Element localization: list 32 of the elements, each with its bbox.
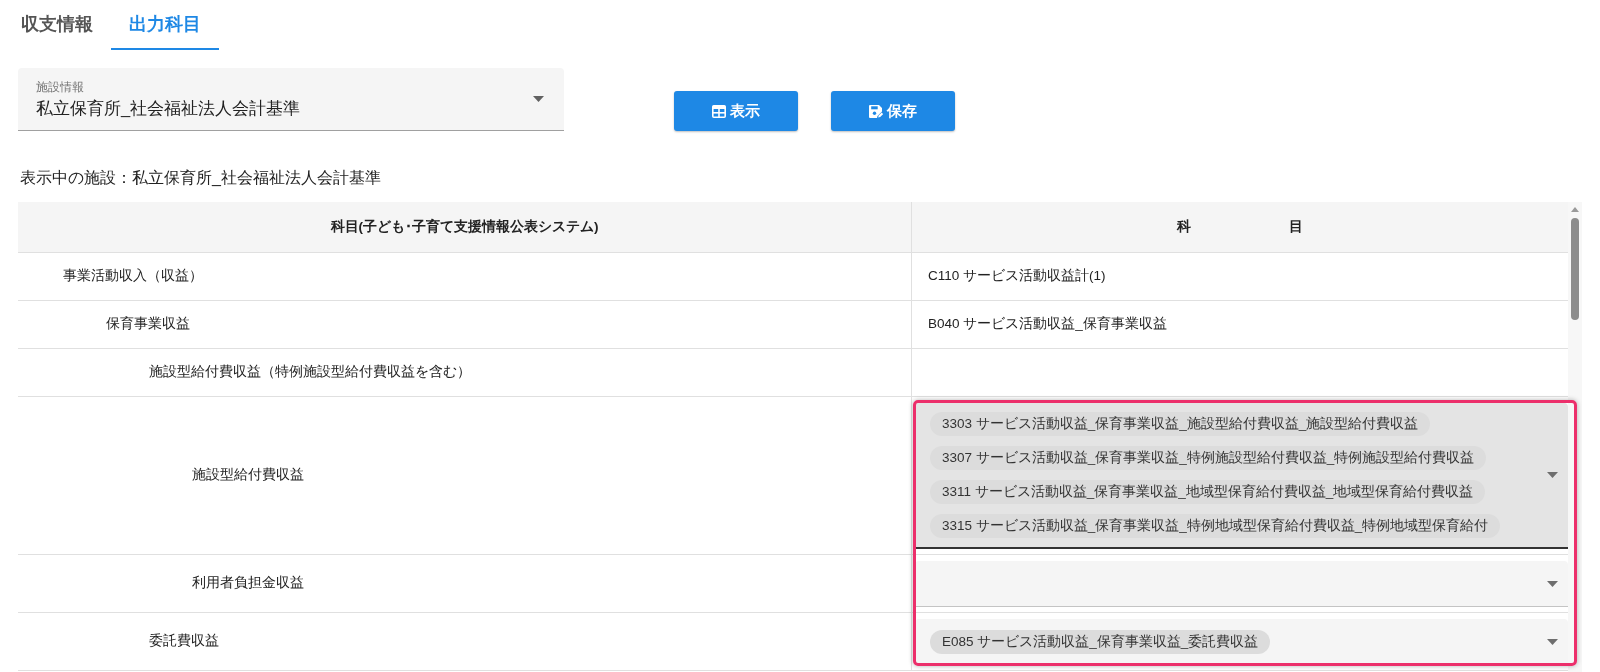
- table-cell: C110 サービス活動収益計(1): [912, 253, 1568, 301]
- table-cell: 事業活動収入（収益）: [18, 253, 912, 301]
- table-cell: 委託費収益: [18, 613, 912, 671]
- save-button[interactable]: 保存: [831, 91, 955, 131]
- current-facility-text: 表示中の施設：私立保育所_社会福祉法人会計基準: [19, 168, 381, 188]
- account-select[interactable]: 3303 サービス活動収益_保育事業収益_施設型給付費収益_施設型給付費収益 3307 サービス活動収益_保育事業収益_特例施設型給付費収益_特例施設型給付費収益 3311 サービス活動収益_保育事業収益_地域型保育給付費収益_地域型保育給付費収益 3315 サービス活動収益_保育事業収益_特例地域型保育給付費収益_特例地域型保育給付: [915, 403, 1568, 549]
- account-select[interactable]: E085 サービス活動収益_保育事業収益_委託費収益: [915, 619, 1568, 665]
- caret-icon: [533, 96, 544, 102]
- save-icon: [869, 104, 883, 118]
- account-chip: 3307 サービス活動収益_保育事業収益_特例施設型給付費収益_特例施設型給付費収益: [930, 446, 1487, 470]
- column-header: 科目(子ども･子育て支援情報公表システム): [18, 202, 912, 253]
- scrollbar-thumb[interactable]: [1571, 218, 1579, 320]
- account-chip: E085 サービス活動収益_保育事業収益_委託費収益: [930, 629, 1271, 654]
- table-cell: 利用者負担金収益: [18, 555, 912, 613]
- table-icon: [712, 104, 726, 118]
- account-chip: 3303 サービス活動収益_保育事業収益_施設型給付費収益_施設型給付費収益: [930, 412, 1431, 436]
- account-chip: 3311 サービス活動収益_保育事業収益_地域型保育給付費収益_地域型保育給付費収益: [930, 480, 1486, 504]
- account-chip: 3315 サービス活動収益_保育事業収益_特例地域型保育給付費収益_特例地域型保育給付: [930, 514, 1501, 538]
- table-cell: 施設型給付費収益（特例施設型給付費収益を含む）: [18, 349, 912, 397]
- facility-select[interactable]: 施設情報 私立保育所_社会福祉法人会計基準: [18, 68, 564, 131]
- caret-icon: [1547, 638, 1558, 645]
- caret-icon: [1547, 472, 1558, 478]
- caret-icon: [1547, 580, 1558, 587]
- tab[interactable]: 出力科目: [111, 0, 219, 50]
- arrow-up-icon[interactable]: [1571, 207, 1579, 212]
- table-cell: 施設型給付費収益: [18, 397, 912, 555]
- account-select[interactable]: [915, 561, 1568, 607]
- view-button[interactable]: 表示: [674, 91, 798, 131]
- tab[interactable]: 収支情報: [3, 0, 111, 50]
- table-cell: 保育事業収益: [18, 301, 912, 349]
- column-header: 科 目: [912, 202, 1568, 253]
- table-cell: B040 サービス活動収益_保育事業収益: [912, 301, 1568, 349]
